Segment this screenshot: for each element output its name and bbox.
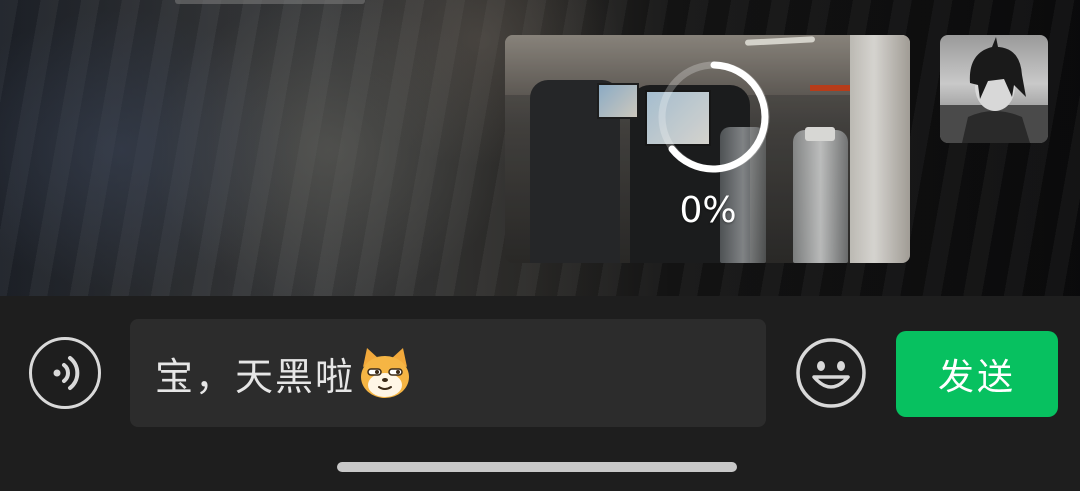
avatar-portrait-icon: [940, 37, 1048, 143]
voice-wave-icon: [53, 356, 80, 390]
upload-spinner-icon: [658, 61, 770, 173]
emoji-button[interactable]: [795, 337, 867, 409]
smiley-icon: [796, 338, 866, 408]
home-indicator[interactable]: [337, 462, 737, 472]
chat-screen: 0% 宝，天黑啦 发送: [0, 0, 1080, 491]
top-edge-strip: [175, 0, 365, 4]
send-button[interactable]: 发送: [896, 331, 1058, 417]
cat-face-emoji-icon: [361, 348, 410, 398]
upload-progress-text: 0%: [679, 190, 737, 231]
message-input-text: 宝，天黑啦: [155, 354, 356, 399]
message-input[interactable]: 宝，天黑啦: [130, 319, 766, 427]
avatar[interactable]: [940, 35, 1048, 143]
voice-input-button[interactable]: [29, 337, 101, 409]
input-bar: 宝，天黑啦 发送: [0, 296, 1080, 491]
image-message-bubble[interactable]: 0%: [505, 35, 910, 263]
